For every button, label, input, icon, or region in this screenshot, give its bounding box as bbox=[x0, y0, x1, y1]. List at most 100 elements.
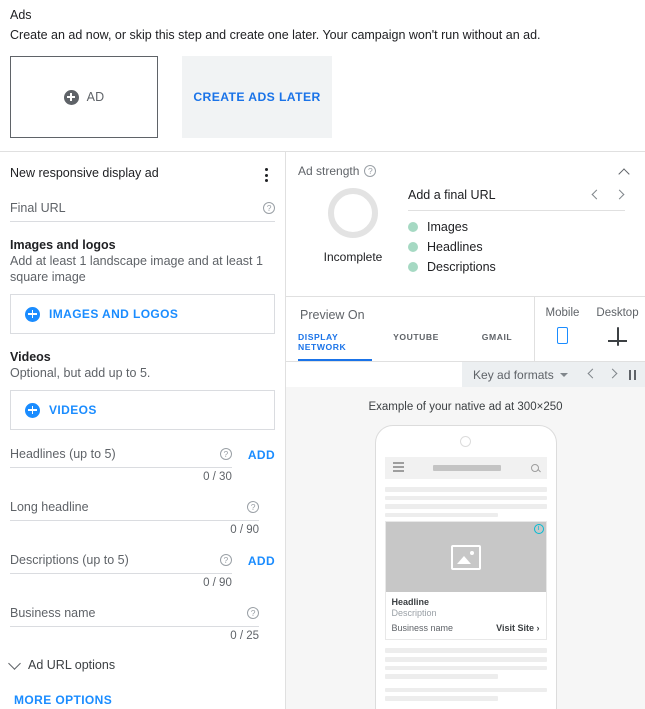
mock-content-lines-top bbox=[384, 487, 547, 518]
more-options-button[interactable]: MORE OPTIONS bbox=[14, 693, 112, 707]
checklist-item: Headlines bbox=[408, 240, 625, 254]
images-and-logos-button[interactable]: IMAGES AND LOGOS bbox=[10, 294, 276, 334]
more-vert-icon[interactable] bbox=[257, 166, 275, 184]
preview-on-label: Preview On bbox=[300, 308, 365, 322]
help-circle-icon[interactable]: ? bbox=[247, 501, 260, 513]
videos-label: VIDEOS bbox=[49, 403, 97, 417]
ad-text-area: Headline Description Business name Visit… bbox=[386, 592, 546, 639]
ad-business-name: Business name bbox=[391, 623, 454, 634]
images-section-heading: Images and logos bbox=[10, 238, 116, 252]
native-ad-preview: i Headline Description Business name Vis… bbox=[384, 521, 547, 641]
checklist-label: Descriptions bbox=[427, 260, 496, 274]
images-and-logos-label: IMAGES AND LOGOS bbox=[49, 307, 179, 321]
ad-actions-row: AD CREATE ADS LATER bbox=[0, 44, 645, 138]
ad-strength-gauge: Incomplete bbox=[298, 184, 408, 280]
ad-strength-header: Ad strength ? bbox=[298, 164, 631, 178]
phone-mockup: i Headline Description Business name Vis… bbox=[374, 425, 557, 709]
preview-prev-button[interactable] bbox=[587, 368, 598, 379]
descriptions-line: Descriptions (up to 5) ? bbox=[10, 553, 232, 574]
checklist-label: Headlines bbox=[427, 240, 483, 254]
descriptions-label: Descriptions (up to 5) bbox=[10, 553, 129, 567]
device-mobile-button[interactable]: Mobile bbox=[535, 297, 590, 361]
chevron-right-icon[interactable] bbox=[614, 189, 625, 200]
final-url-label: Final URL bbox=[10, 201, 66, 215]
tab-youtube[interactable]: YOUTUBE bbox=[372, 332, 460, 361]
device-desktop-label: Desktop bbox=[596, 307, 639, 319]
ad-format-selector[interactable]: Key ad formats bbox=[462, 362, 577, 387]
ad-cta: Visit Site › bbox=[496, 623, 540, 634]
mock-browser-bar bbox=[384, 457, 547, 479]
ad-strength-checklist: Images Headlines Descriptions bbox=[408, 220, 625, 274]
final-url-line: Final URL ? bbox=[10, 201, 276, 222]
preview-stage: Example of your native ad at 300×250 i H… bbox=[286, 387, 645, 709]
tab-gmail[interactable]: GMAIL bbox=[460, 332, 534, 361]
help-circle-icon[interactable]: ? bbox=[247, 607, 260, 619]
search-icon bbox=[530, 464, 539, 472]
preview-next-button[interactable] bbox=[607, 368, 618, 379]
phone-camera bbox=[460, 436, 471, 447]
help-circle-icon[interactable]: ? bbox=[219, 554, 232, 566]
phone-screen: i Headline Description Business name Vis… bbox=[384, 457, 547, 701]
laptop-icon bbox=[590, 325, 645, 346]
ads-header: Ads Create an ad now, or skip this step … bbox=[0, 0, 645, 44]
strength-ring bbox=[328, 188, 378, 238]
ad-url-options-label: Ad URL options bbox=[28, 658, 116, 672]
descriptions-field[interactable]: Descriptions (up to 5) ? 0 / 90 bbox=[10, 553, 232, 589]
adchoices-icon: i bbox=[533, 524, 544, 535]
collapse-ad-strength-button[interactable] bbox=[617, 166, 631, 180]
recommendation-row: Add a final URL bbox=[408, 188, 625, 211]
preview-pause-button[interactable] bbox=[628, 369, 636, 380]
caret-down-icon bbox=[559, 372, 568, 377]
long-headline-line: Long headline ? bbox=[10, 500, 260, 521]
ad-strength-details: Add a final URL Images Headlines Descrip… bbox=[408, 184, 631, 280]
mock-address-bar bbox=[433, 465, 501, 471]
chevron-up-icon bbox=[618, 168, 630, 180]
checklist-item: Descriptions bbox=[408, 260, 625, 274]
long-headline-label: Long headline bbox=[10, 500, 89, 514]
headlines-field[interactable]: Headlines (up to 5) ? 0 / 30 bbox=[10, 447, 232, 483]
device-desktop-button[interactable]: Desktop bbox=[590, 297, 645, 361]
tab-display-network[interactable]: DISPLAY NETWORK bbox=[298, 332, 372, 361]
help-circle-icon[interactable]: ? bbox=[263, 202, 276, 214]
preview-tabs: DISPLAY NETWORK YOUTUBE GMAIL bbox=[286, 332, 534, 361]
add-ad-card-content: AD bbox=[63, 89, 105, 105]
videos-button[interactable]: VIDEOS bbox=[10, 390, 276, 430]
device-mobile-label: Mobile bbox=[545, 307, 580, 319]
descriptions-add-button[interactable]: ADD bbox=[248, 554, 275, 568]
preview-tabs-area: Preview On DISPLAY NETWORK YOUTUBE GMAIL bbox=[286, 297, 535, 361]
page-subtitle: Create an ad now, or skip this step and … bbox=[10, 28, 541, 42]
image-icon bbox=[450, 544, 481, 570]
headlines-add-button[interactable]: ADD bbox=[248, 448, 275, 462]
final-url-field[interactable]: Final URL ? bbox=[10, 201, 276, 222]
business-name-line: Business name ? bbox=[10, 606, 260, 627]
ad-form-panel: New responsive display ad Final URL ? Im… bbox=[0, 152, 286, 709]
business-name-field[interactable]: Business name ? 0 / 25 bbox=[10, 606, 260, 642]
status-dot bbox=[408, 242, 418, 252]
hamburger-icon bbox=[392, 461, 404, 474]
long-headline-counter: 0 / 90 bbox=[230, 524, 260, 536]
preview-stage-title: Example of your native ad at 300×250 bbox=[368, 401, 563, 413]
device-toggle: Mobile Desktop bbox=[535, 297, 645, 361]
ad-image-area: i bbox=[385, 522, 546, 593]
ad-url-options-toggle[interactable]: Ad URL options bbox=[8, 656, 275, 672]
preview-toolbar: Key ad formats bbox=[286, 362, 645, 387]
add-ad-card[interactable]: AD bbox=[10, 56, 158, 138]
ad-footer: Business name Visit Site › bbox=[392, 623, 540, 633]
ad-strength-body: Incomplete Add a final URL Images Headli… bbox=[298, 184, 631, 280]
recommendation-nav bbox=[591, 189, 625, 200]
create-ads-later-button[interactable]: CREATE ADS LATER bbox=[182, 56, 332, 138]
chevron-left-icon[interactable] bbox=[591, 189, 602, 200]
ad-form-header: New responsive display ad bbox=[10, 152, 275, 184]
business-name-counter: 0 / 25 bbox=[230, 630, 260, 642]
help-circle-icon[interactable]: ? bbox=[219, 448, 232, 460]
long-headline-field[interactable]: Long headline ? 0 / 90 bbox=[10, 500, 260, 536]
long-headline-field-row: Long headline ? 0 / 90 bbox=[10, 500, 275, 536]
help-circle-icon[interactable]: ? bbox=[364, 165, 377, 177]
headlines-line: Headlines (up to 5) ? bbox=[10, 447, 232, 468]
status-dot bbox=[408, 222, 418, 232]
phone-icon bbox=[535, 325, 590, 345]
ad-name-title: New responsive display ad bbox=[10, 166, 159, 180]
recommendation-text: Add a final URL bbox=[408, 188, 496, 202]
business-name-label: Business name bbox=[10, 606, 96, 620]
chevron-down-icon bbox=[8, 656, 21, 670]
